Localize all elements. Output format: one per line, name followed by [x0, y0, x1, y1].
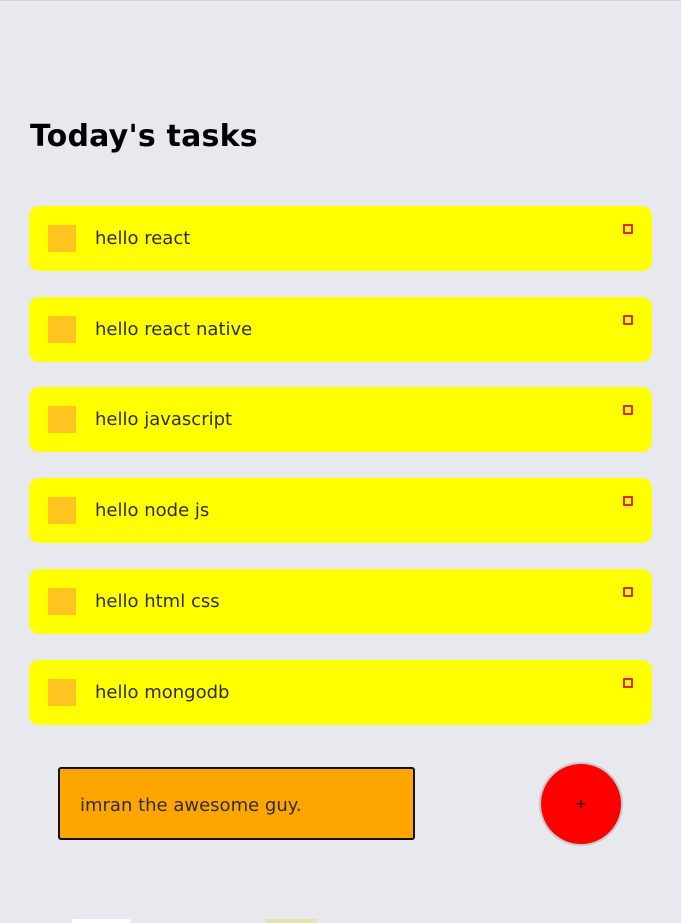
task-circle-icon [623, 405, 633, 415]
task-circle-icon [623, 678, 633, 688]
task-circle-icon [623, 224, 633, 234]
task-square-icon [48, 316, 76, 343]
task-item[interactable]: hello mongodb [29, 660, 652, 725]
bottom-edge-element [72, 919, 130, 923]
task-circle-icon [623, 496, 633, 506]
task-input[interactable] [80, 793, 400, 817]
task-circle-icon [623, 315, 633, 325]
task-label: hello mongodb [95, 682, 230, 703]
task-circle-icon [623, 587, 633, 597]
task-label: hello html css [95, 591, 220, 612]
task-label: hello react native [95, 319, 253, 340]
task-item[interactable]: hello html css [29, 569, 652, 634]
task-square-icon [48, 225, 76, 252]
plus-icon: + [575, 796, 587, 812]
task-square-icon [48, 406, 76, 433]
task-square-icon [48, 588, 76, 615]
task-item[interactable]: hello react native [29, 297, 652, 362]
task-label: hello javascript [95, 409, 233, 430]
task-item[interactable]: hello node js [29, 478, 652, 543]
bottom-edge-element [265, 919, 317, 923]
task-input-container [58, 767, 415, 840]
task-label: hello react [95, 228, 191, 249]
add-task-button[interactable]: + [539, 762, 623, 846]
task-label: hello node js [95, 500, 210, 521]
task-square-icon [48, 497, 76, 524]
task-square-icon [48, 679, 76, 706]
task-item[interactable]: hello react [29, 206, 652, 271]
task-item[interactable]: hello javascript [29, 387, 652, 452]
page-title: Today's tasks [30, 119, 258, 154]
